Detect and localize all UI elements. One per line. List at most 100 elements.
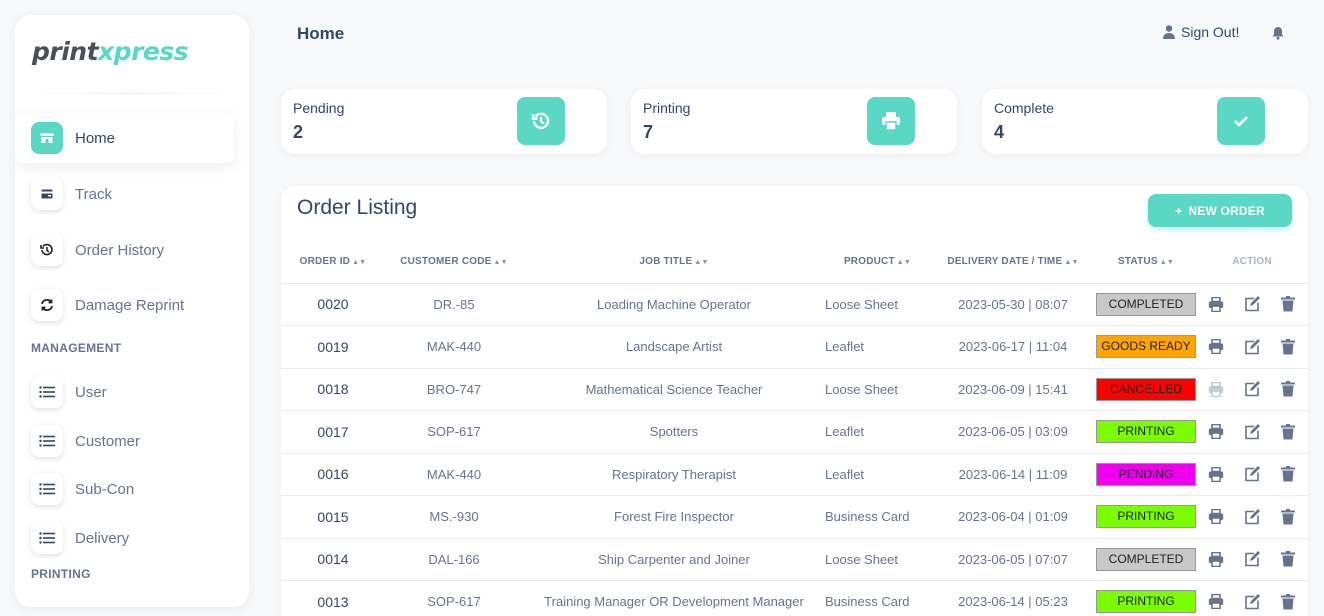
product-cell: Loose Sheet — [825, 283, 930, 326]
table-header-row: ORDER ID ▲▼ CUSTOMER CODE ▲▼ JOB TITLE ▲▼ P… — [281, 241, 1308, 284]
sidebar-item-customer[interactable]: Customer — [15, 416, 234, 466]
customer-code-cell: SOP-617 — [385, 580, 523, 616]
column-header-delivery[interactable]: DELIVERY DATE / TIME ▲▼ — [930, 241, 1096, 284]
list-icon — [31, 376, 63, 408]
printer-icon[interactable] — [1207, 295, 1225, 313]
printer-icon — [867, 97, 915, 145]
printer-icon[interactable] — [1207, 550, 1225, 568]
column-header-job-title[interactable]: JOB TITLE ▲▼ — [523, 241, 825, 284]
column-label: JOB TITLE — [639, 256, 693, 268]
trash-icon[interactable] — [1279, 338, 1297, 356]
table-row[interactable]: 0014 DAL-166 Ship Carpenter and Joiner Loos… — [281, 538, 1308, 581]
list-icon — [31, 425, 63, 457]
sidebar-item-label: Home — [75, 129, 116, 147]
sidebar-item-track[interactable]: Track — [15, 169, 234, 219]
edit-icon[interactable] — [1243, 423, 1261, 441]
action-cell — [1196, 453, 1308, 496]
sign-out-link[interactable]: Sign Out! — [1163, 24, 1239, 40]
sidebar-item-order-history[interactable]: Order History — [15, 225, 234, 275]
status-cell: COMPLETED — [1096, 538, 1196, 581]
sidebar-item-label: Order History — [75, 241, 165, 259]
stat-value: 7 — [643, 122, 654, 142]
section-title-management: MANAGEMENT — [31, 341, 122, 355]
status-badge: CANCELLED — [1096, 377, 1196, 401]
sidebar-item-delivery[interactable]: Delivery — [15, 513, 234, 563]
status-badge: PENDING — [1096, 462, 1196, 486]
edit-icon[interactable] — [1243, 338, 1261, 356]
table-row[interactable]: 0015 MS.-930 Forest Fire Inspector Business… — [281, 495, 1308, 539]
edit-icon[interactable] — [1243, 593, 1261, 611]
edit-icon[interactable] — [1243, 380, 1261, 398]
edit-icon[interactable] — [1243, 550, 1261, 568]
sidebar-item-sub-con[interactable]: Sub-Con — [15, 464, 234, 514]
brand-logo[interactable]: printxpress — [32, 37, 189, 66]
printer-icon[interactable] — [1207, 508, 1225, 526]
status-badge: PRINTING — [1096, 590, 1196, 614]
table-row[interactable]: 0016 MAK-440 Respiratory Therapist Leaflet 2… — [281, 453, 1308, 496]
status-badge: GOODS READY — [1096, 335, 1196, 359]
delivery-cell: 2023-06-04 | 01:09 — [930, 495, 1096, 539]
trash-icon[interactable] — [1279, 380, 1297, 398]
sidebar-item-label: Customer — [75, 432, 141, 450]
job-title-cell: Ship Carpenter and Joiner — [523, 538, 825, 581]
sign-out-label: Sign Out! — [1181, 24, 1240, 40]
customer-code-cell: MAK-440 — [385, 325, 523, 369]
action-cell — [1196, 283, 1308, 326]
trash-icon[interactable] — [1279, 295, 1297, 313]
new-order-button[interactable]: + NEW ORDER — [1148, 194, 1292, 227]
sidebar-item-user[interactable]: User — [15, 367, 234, 417]
order-id-cell: 0019 — [281, 325, 385, 369]
printer-icon[interactable] — [1207, 423, 1225, 441]
table-row[interactable]: 0017 SOP-617 Spotters Leaflet 2023-06-05 | 0… — [281, 410, 1308, 454]
edit-icon[interactable] — [1243, 465, 1261, 483]
column-header-customer-code[interactable]: CUSTOMER CODE ▲▼ — [385, 241, 523, 284]
printer-icon[interactable] — [1207, 465, 1225, 483]
column-header-product[interactable]: PRODUCT ▲▼ — [825, 241, 930, 284]
edit-icon[interactable] — [1243, 295, 1261, 313]
product-cell: Loose Sheet — [825, 368, 930, 411]
order-listing-card: Order Listing + NEW ORDER ORDER ID ▲▼ CUS… — [281, 186, 1308, 616]
action-cell — [1196, 580, 1308, 616]
sidebar-item-damage-reprint[interactable]: Damage Reprint — [15, 280, 234, 330]
status-badge: PRINTING — [1096, 420, 1196, 444]
bell-icon[interactable] — [1272, 26, 1284, 45]
sidebar-item-label: Delivery — [75, 529, 130, 547]
sidebar-item-label: Sub-Con — [75, 480, 135, 498]
order-id-cell: 0017 — [281, 410, 385, 454]
order-table: ORDER ID ▲▼ CUSTOMER CODE ▲▼ JOB TITLE ▲▼ P… — [281, 241, 1308, 616]
history-icon — [517, 97, 565, 145]
delivery-cell: 2023-06-09 | 15:41 — [930, 368, 1096, 411]
trash-icon[interactable] — [1279, 508, 1297, 526]
column-label: DELIVERY DATE / TIME — [947, 256, 1063, 268]
table-row[interactable]: 0019 MAK-440 Landscape Artist Leaflet 2023-0… — [281, 325, 1308, 369]
printer-icon[interactable] — [1207, 380, 1225, 398]
trash-icon[interactable] — [1279, 593, 1297, 611]
trash-icon[interactable] — [1279, 465, 1297, 483]
sidebar: printxpress Home Track Order History Dam… — [15, 15, 249, 607]
column-header-order-id[interactable]: ORDER ID ▲▼ — [281, 241, 385, 284]
trash-icon[interactable] — [1279, 550, 1297, 568]
page-title: Home — [297, 24, 345, 43]
column-header-status[interactable]: STATUS ▲▼ — [1096, 241, 1196, 284]
sidebar-item-label: User — [75, 383, 107, 401]
sidebar-item-home[interactable]: Home — [15, 113, 234, 163]
job-title-cell: Training Manager OR Development Manager — [523, 580, 825, 616]
table-row[interactable]: 0013 SOP-617 Training Manager OR Developme… — [281, 580, 1308, 616]
user-icon — [1163, 25, 1175, 39]
job-title-cell: Mathematical Science Teacher — [523, 368, 825, 411]
edit-icon[interactable] — [1243, 508, 1261, 526]
table-row[interactable]: 0018 BRO-747 Mathematical Science Teacher L… — [281, 368, 1308, 411]
column-label: ORDER ID — [299, 256, 351, 268]
stat-label: Pending — [293, 100, 345, 116]
product-cell: Leaflet — [825, 325, 930, 369]
trash-icon[interactable] — [1279, 423, 1297, 441]
printer-icon[interactable] — [1207, 338, 1225, 356]
printer-icon[interactable] — [1207, 593, 1225, 611]
stat-card-pending: Pending 2 — [281, 89, 607, 154]
table-row[interactable]: 0020 DR.-85 Loading Machine Operator Loose … — [281, 283, 1308, 326]
job-title-cell: Forest Fire Inspector — [523, 495, 825, 539]
delivery-cell: 2023-05-30 | 08:07 — [930, 283, 1096, 326]
job-title-cell: Landscape Artist — [523, 325, 825, 369]
sidebar-item-label: Track — [75, 185, 112, 203]
sort-icon: ▲▼ — [1064, 259, 1079, 267]
